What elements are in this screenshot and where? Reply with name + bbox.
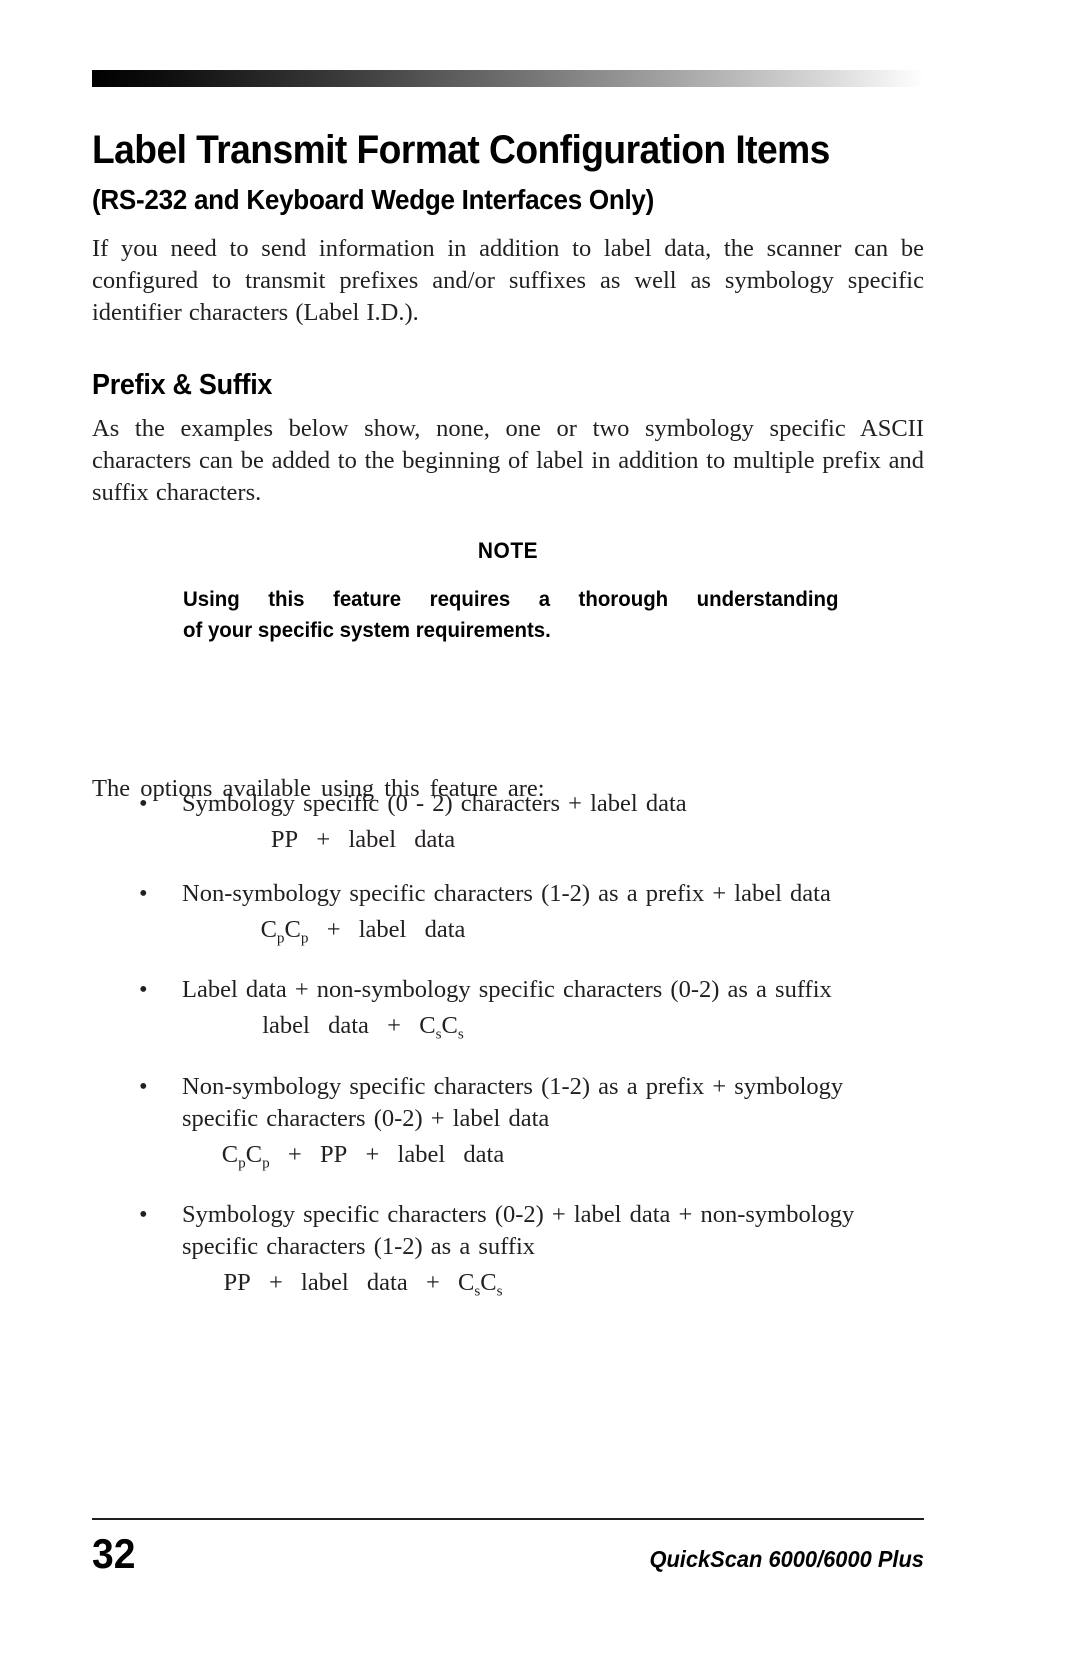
list-item: • Non-symbology specific characters (1-2… bbox=[92, 1071, 924, 1199]
list-item: • Symbology specific (0 - 2) characters … bbox=[92, 788, 924, 878]
list-item: • Label data + non-symbology specific ch… bbox=[92, 974, 924, 1070]
list-item-formula: PP + label data + CsCs bbox=[223, 1268, 503, 1300]
footer-product-title: QuickScan 6000/6000 Plus bbox=[649, 1546, 924, 1572]
bullet-icon: • bbox=[139, 976, 148, 1004]
intro-paragraph: If you need to send information in addit… bbox=[92, 234, 924, 326]
list-item-formula: CpCp + PP + label data bbox=[221, 1140, 505, 1171]
note-body: Using this feature requires a thorough u… bbox=[183, 584, 839, 646]
bullet-icon: • bbox=[139, 1200, 148, 1228]
list-item: • Non-symbology specific characters (1-2… bbox=[92, 878, 924, 974]
list-item-formula: label data + CsCs bbox=[262, 1012, 464, 1043]
bullet-icon: • bbox=[139, 1072, 148, 1100]
page-subtitle: (RS-232 and Keyboard Wedge Interfaces On… bbox=[92, 184, 655, 216]
list-item-text: Non-symbology specific characters (1-2) … bbox=[182, 880, 831, 907]
section-body-paragraph: As the examples below show, none, one or… bbox=[92, 414, 924, 506]
list-item-formula: PP + label data bbox=[270, 826, 456, 853]
document-page: Label Transmit Format Configuration Item… bbox=[0, 0, 1080, 1669]
list-item-text: Label data + non-symbology specific char… bbox=[182, 976, 832, 1004]
list-item-text: Symbology specific characters (0-2) + la… bbox=[182, 1200, 855, 1260]
footer-divider bbox=[92, 1518, 924, 1520]
page-number: 32 bbox=[92, 1530, 136, 1577]
list-item-text: Symbology specific (0 - 2) characters + … bbox=[182, 790, 687, 817]
section-heading-prefix-suffix: Prefix & Suffix bbox=[92, 369, 273, 402]
header-gradient-rule bbox=[92, 70, 924, 87]
options-bullet-list: • Symbology specific (0 - 2) characters … bbox=[92, 788, 924, 1307]
list-item: • Symbology specific characters (0-2) + … bbox=[92, 1199, 924, 1307]
note-line-1: Using this feature requires a thorough u… bbox=[183, 587, 839, 611]
list-item-formula: CpCp + label data bbox=[260, 916, 466, 947]
note-label: NOTE bbox=[477, 538, 539, 563]
note-line-2: of your specific system requirements. bbox=[183, 618, 551, 642]
page-title: Label Transmit Format Configuration Item… bbox=[92, 127, 830, 172]
bullet-icon: • bbox=[139, 880, 148, 907]
bullet-icon: • bbox=[139, 790, 148, 817]
list-item-text: Non-symbology specific characters (1-2) … bbox=[182, 1072, 844, 1132]
